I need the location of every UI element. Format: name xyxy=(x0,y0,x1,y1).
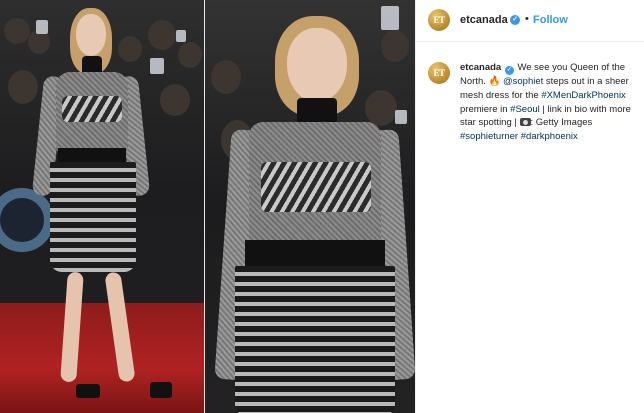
caption-avatar[interactable]: ET xyxy=(428,62,450,84)
photo-right-panel xyxy=(205,0,415,413)
separator-dot: • xyxy=(525,13,529,25)
fire-emoji-icon: 🔥 xyxy=(488,76,501,87)
caption-verified-badge-icon: ✓ xyxy=(504,66,514,75)
red-carpet xyxy=(0,303,205,413)
camera-icon xyxy=(519,118,531,127)
hashtag-link-seoul[interactable]: #Seoul xyxy=(510,104,540,115)
caption-text-part-5: : Getty Images xyxy=(530,117,593,129)
caption-username-link[interactable]: etcanada xyxy=(460,62,501,73)
verified-badge-icon: ✓ xyxy=(510,15,520,25)
post-image[interactable] xyxy=(0,0,415,413)
caption-text: etcanada ✓ We see you Queen of the North… xyxy=(460,61,635,144)
follow-button[interactable]: Follow xyxy=(533,14,568,26)
hashtag-link-sophieturner[interactable]: #sophieturner xyxy=(460,131,518,142)
hashtag-link-darkphoenix[interactable]: #darkphoenix xyxy=(521,131,578,142)
caption-space xyxy=(501,62,504,73)
xmen-logo xyxy=(0,188,54,252)
caption-text-part-3: premiere in xyxy=(460,103,511,115)
post-header: ET etcanada ✓ • Follow xyxy=(416,0,644,42)
profile-avatar[interactable]: ET xyxy=(428,9,450,31)
hashtag-link-xmendarkphoenix[interactable]: #XMenDarkPhoenix xyxy=(541,90,626,101)
post-side-panel: ET etcanada ✓ • Follow ET etcanada ✓ We … xyxy=(415,0,644,413)
mention-link[interactable]: @sophiet xyxy=(503,76,543,87)
username-link[interactable]: etcanada xyxy=(460,14,508,26)
photo-left-panel xyxy=(0,0,205,413)
